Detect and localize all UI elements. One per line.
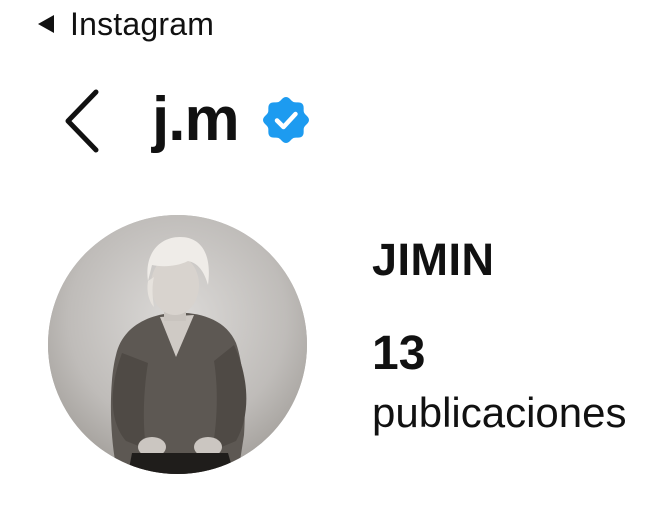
avatar[interactable]: [48, 215, 307, 474]
back-triangle-icon: [38, 15, 54, 33]
chevron-left-icon[interactable]: [60, 86, 106, 156]
return-to-instagram[interactable]: Instagram: [38, 6, 214, 42]
posts-label[interactable]: publicaciones: [372, 388, 627, 438]
display-name: JIMIN: [372, 234, 495, 285]
profile-photo: [48, 215, 307, 474]
profile-header: j.m: [0, 78, 663, 168]
verified-badge-icon: [263, 97, 309, 143]
username: j.m: [152, 85, 240, 154]
posts-count[interactable]: 13: [372, 327, 425, 381]
back-app-label: Instagram: [70, 6, 215, 42]
